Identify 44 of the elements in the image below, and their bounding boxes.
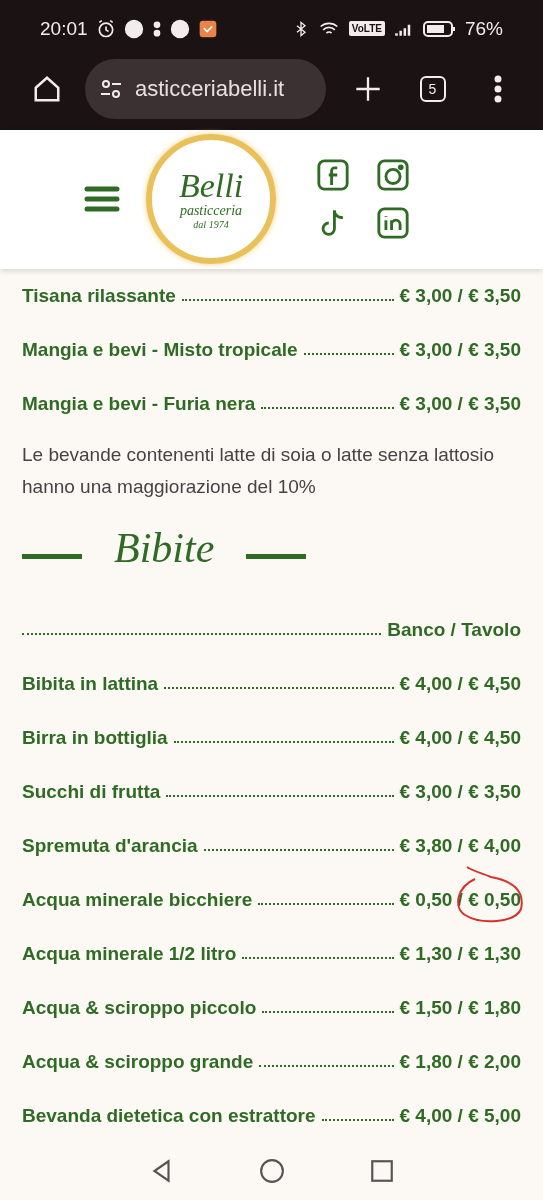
home-icon[interactable] [258,1158,285,1185]
section-title: Bibite [114,523,215,572]
note: Le bevande contenenti latte di soia o latte senza lattosio hanno una maggiorazione del 10% [22,442,496,499]
clock: 20:01 [40,17,88,40]
instagram-icon[interactable] [376,158,410,193]
linkedin-icon[interactable] [376,206,410,241]
app-icon [197,18,218,39]
menu-icon[interactable] [84,184,120,215]
item-price: € 3,00 / € 3,50 [399,780,521,803]
item-name: Acqua minerale 1/2 litro [22,942,237,965]
notification-icon [123,18,144,39]
item-name: Spremuta d'arancia [22,834,198,857]
tab-count-button[interactable]: 5 [419,75,446,102]
item-name: Bibita in lattina [22,672,159,695]
item-price: € 4,00 / € 4,50 [399,726,521,749]
battery-level: 76% [464,17,503,40]
battery-icon [422,18,457,39]
item-price: € 4,00 / € 5,00 [399,1104,521,1127]
item-name: Succhi di frutta [22,780,161,803]
item-price: € 4,00 / € 4,50 [399,672,521,695]
logo[interactable]: Belli pasticceria dal 1974 [146,134,276,265]
item-name: Mangia e bevi - Misto tropicale [22,338,298,361]
recents-icon[interactable] [368,1158,395,1185]
item-name: Tisana rilassante [22,284,176,307]
network-badge: VoLTE [348,21,385,37]
item-price: € 3,00 / € 3,50 [399,392,521,415]
item-name: Mangia e bevi - Furia nera [22,392,256,415]
address-bar[interactable]: asticceriabelli.it [85,58,327,119]
item-price: € 3,80 / € 4,00 [399,834,521,857]
column-header: Banco / Tavolo [387,618,521,641]
facebook-icon[interactable] [316,158,350,193]
new-tab-icon[interactable] [353,74,382,103]
item-price: € 1,80 / € 2,00 [399,1050,521,1073]
notification-icon [169,18,190,39]
item-price: € 3,00 / € 3,50 [399,338,521,361]
item-price: € 3,00 / € 3,50 [399,284,521,307]
item-price: € 1,30 / € 1,30 [399,942,521,965]
item-price: € 1,50 / € 1,80 [399,996,521,1019]
item-name: Bevanda dietetica con estrattore [22,1104,316,1127]
item-name: Birra in bottiglia [22,726,168,749]
item-name: Acqua & sciroppo piccolo [22,996,257,1019]
item-name: Acqua minerale bicchiere [22,888,253,911]
item-name: Acqua & sciroppo grande [22,1050,254,1073]
menu-icon[interactable] [492,74,503,103]
